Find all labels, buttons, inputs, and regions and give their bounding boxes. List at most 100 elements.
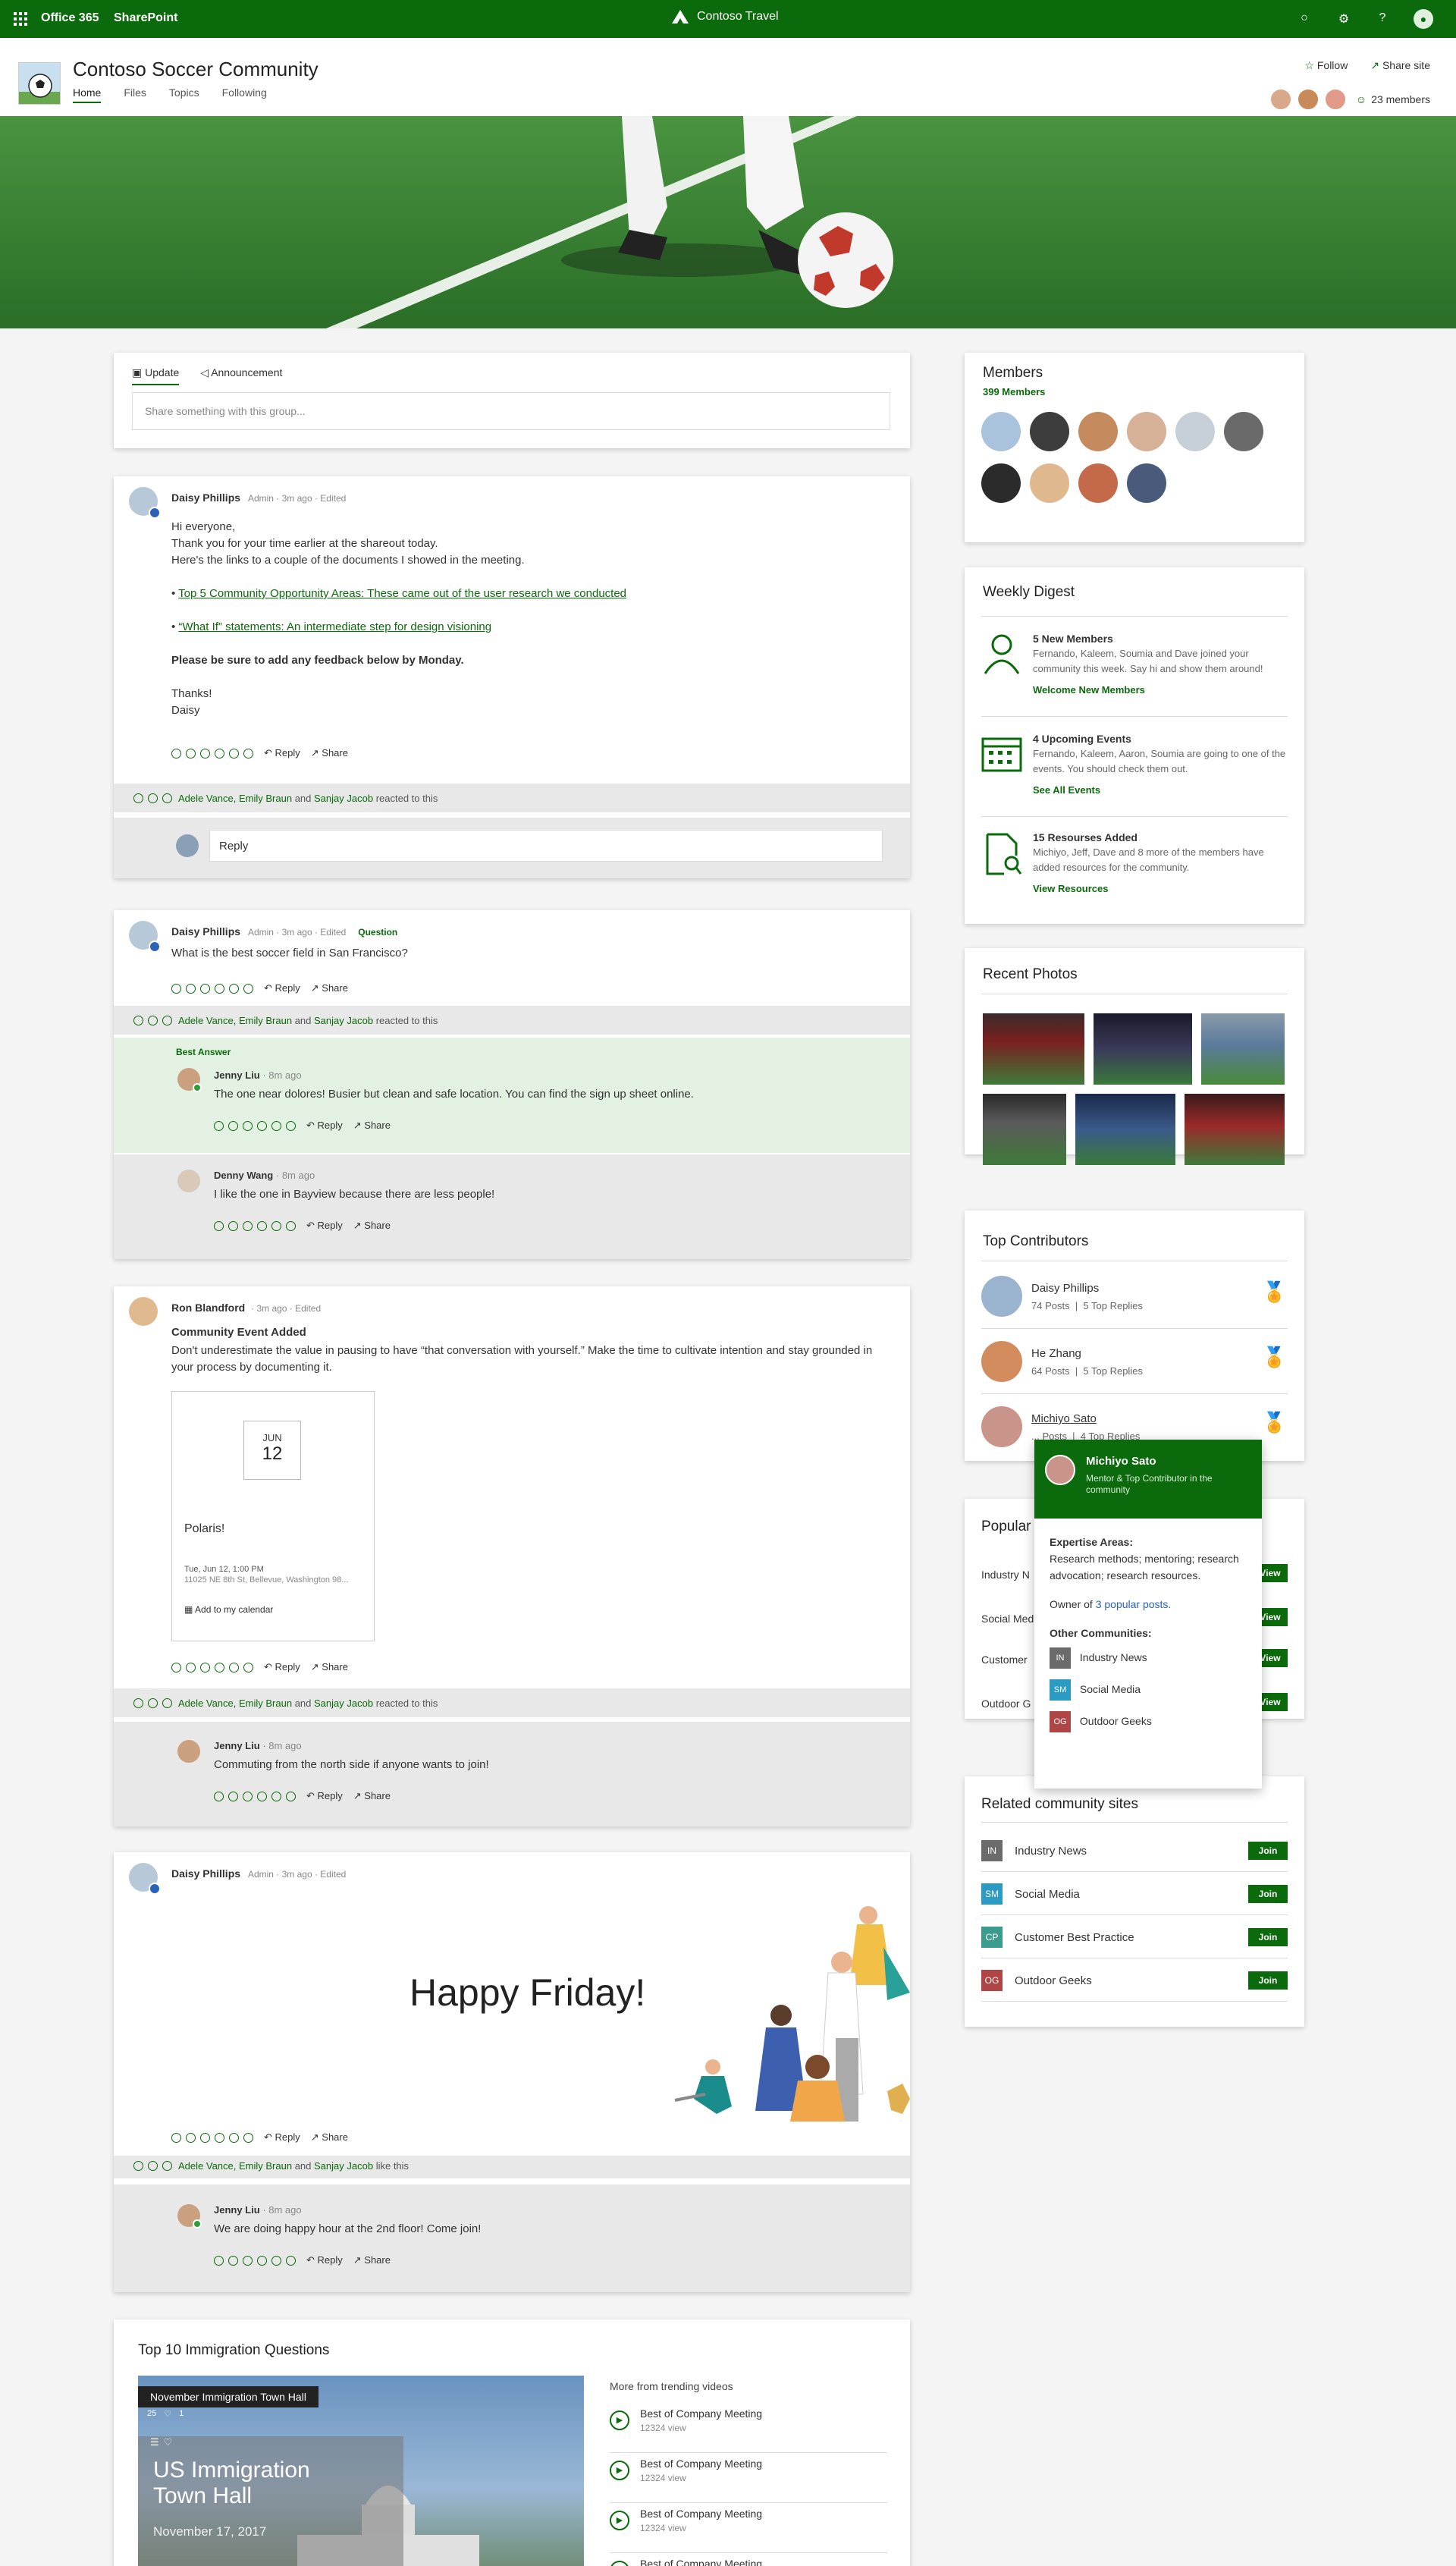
join-button[interactable]: Join [1248, 1885, 1288, 1903]
share-button[interactable]: ↗ Share [353, 1790, 391, 1802]
photo-thumbnail[interactable] [1185, 1094, 1285, 1165]
view-resources-link[interactable]: View Resources [1033, 881, 1291, 897]
add-to-calendar-button[interactable]: ▦ Add to my calendar [184, 1604, 273, 1615]
doc-link-2[interactable]: “What If” statements: An intermediate st… [178, 620, 491, 633]
share-button[interactable]: ↗ Share [311, 982, 348, 994]
trending-item[interactable]: ▶ Best of Company Meeting 12324 view [610, 2503, 887, 2553]
reply-button[interactable]: ↶ Reply [264, 747, 300, 759]
join-button[interactable]: Join [1248, 1971, 1288, 1990]
member-avatar[interactable] [1078, 463, 1118, 503]
popular-row[interactable]: Social Med [981, 1613, 1034, 1625]
photo-thumbnail[interactable] [1075, 1094, 1175, 1165]
author-name[interactable]: Daisy Phillips [171, 925, 240, 938]
reply-button[interactable]: ↶ Reply [264, 982, 300, 994]
reply-button[interactable]: ↶ Reply [306, 1790, 343, 1802]
nav-files[interactable]: Files [124, 86, 146, 103]
see-events-link[interactable]: See All Events [1033, 783, 1291, 798]
reaction-icons[interactable] [214, 2255, 296, 2266]
commenter-avatar[interactable] [177, 1170, 200, 1192]
member-avatar[interactable] [1127, 463, 1166, 503]
community-row[interactable]: SM Social Media [1050, 1679, 1254, 1701]
commenter-avatar[interactable] [177, 1740, 200, 1763]
tab-announcement[interactable]: ◁ Announcement [200, 366, 282, 385]
reply-button[interactable]: ↶ Reply [306, 1220, 343, 1232]
share-button[interactable]: ↗ Share [353, 1220, 391, 1232]
members-summary[interactable]: ☺ 23 members [1269, 88, 1430, 111]
reaction-icons[interactable] [171, 1662, 253, 1672]
popular-posts-link[interactable]: 3 popular posts. [1096, 1598, 1172, 1610]
app-launcher-icon[interactable] [14, 12, 27, 26]
medal-icon: 🏅 [1262, 1346, 1287, 1368]
event-card[interactable]: JUN 12 Polaris! Tue, Jun 12, 1:00 PM 110… [171, 1391, 375, 1641]
photo-thumbnail[interactable] [983, 1013, 1084, 1085]
video-player[interactable]: November Immigration Town Hall 25 ♡ 1 ☰ ♡ U… [138, 2376, 584, 2566]
popular-row[interactable]: Industry N [981, 1569, 1030, 1581]
reaction-icons[interactable] [214, 1791, 296, 1801]
member-avatar[interactable] [1175, 412, 1215, 451]
share-button[interactable]: ↗ Share [353, 2254, 391, 2266]
brand[interactable]: Contoso Travel [671, 9, 779, 24]
share-button[interactable]: ↗ Share [311, 747, 348, 759]
popular-row[interactable]: Outdoor G [981, 1698, 1031, 1710]
trending-item[interactable]: ▶ Best of Company Meeting 12324 view [610, 2453, 887, 2503]
share-button[interactable]: ↗ Share [353, 1120, 391, 1132]
member-avatar[interactable] [1030, 412, 1069, 451]
related-site-row[interactable]: OG Outdoor Geeks [981, 1959, 1288, 2002]
member-avatar[interactable] [1127, 412, 1166, 451]
tab-update[interactable]: ▣ Update [132, 366, 180, 385]
related-site-row[interactable]: IN Industry News [981, 1829, 1288, 1872]
composer-input[interactable]: Share something with this group... [132, 392, 890, 430]
contributor-row[interactable]: Daisy Phillips 74 Posts | 5 Top Replies … [981, 1273, 1288, 1329]
community-row[interactable]: OG Outdoor Geeks [1050, 1711, 1254, 1732]
video-controls[interactable]: ☰ ♡ [150, 2436, 172, 2448]
reaction-icons[interactable] [171, 2132, 253, 2143]
nav-following[interactable]: Following [222, 86, 267, 103]
reply-button[interactable]: ↶ Reply [306, 1120, 343, 1132]
share-button[interactable]: ↗ Share [311, 1661, 348, 1673]
share-site-button[interactable]: ↗ Share site [1370, 59, 1430, 72]
reaction-icons[interactable] [171, 983, 253, 994]
gear-icon[interactable]: ⚙ [1336, 11, 1351, 27]
reply-button[interactable]: ↶ Reply [306, 2254, 343, 2266]
reaction-icons[interactable] [214, 1220, 296, 1231]
reaction-icons[interactable] [214, 1120, 296, 1131]
trending-item[interactable]: ▶ Best of Company Meeting 12324 view [610, 2403, 887, 2453]
author-name[interactable]: Ron Blandford [171, 1302, 245, 1314]
follow-button[interactable]: ☆ Follow [1304, 59, 1348, 72]
join-button[interactable]: Join [1248, 1842, 1288, 1860]
member-avatar[interactable] [1224, 412, 1263, 451]
help-icon[interactable]: ? [1375, 11, 1390, 27]
user-avatar[interactable]: ● [1414, 9, 1433, 29]
bell-icon[interactable]: ○ [1297, 11, 1312, 27]
member-avatar[interactable] [981, 412, 1021, 451]
author-name[interactable]: Daisy Phillips [171, 1867, 240, 1880]
join-button[interactable]: Join [1248, 1928, 1288, 1946]
welcome-members-link[interactable]: Welcome New Members [1033, 683, 1291, 698]
related-site-row[interactable]: CP Customer Best Practice [981, 1916, 1288, 1958]
popular-row[interactable]: Customer [981, 1654, 1028, 1666]
members-count[interactable]: 399 Members [983, 386, 1045, 397]
related-site-row[interactable]: SM Social Media [981, 1873, 1288, 1915]
member-avatar[interactable] [981, 463, 1021, 503]
trending-item[interactable]: ▶ Best of Company Meeting [610, 2553, 887, 2566]
reply-button[interactable]: ↶ Reply [264, 1661, 300, 1673]
nav-home[interactable]: Home [73, 86, 102, 103]
author-name[interactable]: Daisy Phillips [171, 492, 240, 504]
contributor-row[interactable]: He Zhang 64 Posts | 5 Top Replies 🏅 [981, 1338, 1288, 1394]
sharepoint-link[interactable]: SharePoint [114, 11, 177, 25]
doc-link-1[interactable]: Top 5 Community Opportunity Areas: These… [178, 587, 626, 600]
office365-link[interactable]: Office 365 [41, 11, 99, 25]
reply-input[interactable]: Reply [209, 830, 883, 862]
nav-topics[interactable]: Topics [169, 86, 199, 103]
member-avatar[interactable] [1030, 463, 1069, 503]
member-avatar[interactable] [1078, 412, 1118, 451]
author-avatar[interactable] [129, 1297, 158, 1326]
photo-thumbnail[interactable] [1201, 1013, 1285, 1085]
reaction-icons[interactable] [171, 748, 253, 758]
share-button[interactable]: ↗ Share [311, 2131, 348, 2144]
photo-thumbnail[interactable] [1094, 1013, 1192, 1085]
reply-button[interactable]: ↶ Reply [264, 2131, 300, 2144]
community-row[interactable]: IN Industry News [1050, 1647, 1254, 1669]
photo-thumbnail[interactable] [983, 1094, 1066, 1165]
site-logo[interactable] [18, 62, 61, 105]
